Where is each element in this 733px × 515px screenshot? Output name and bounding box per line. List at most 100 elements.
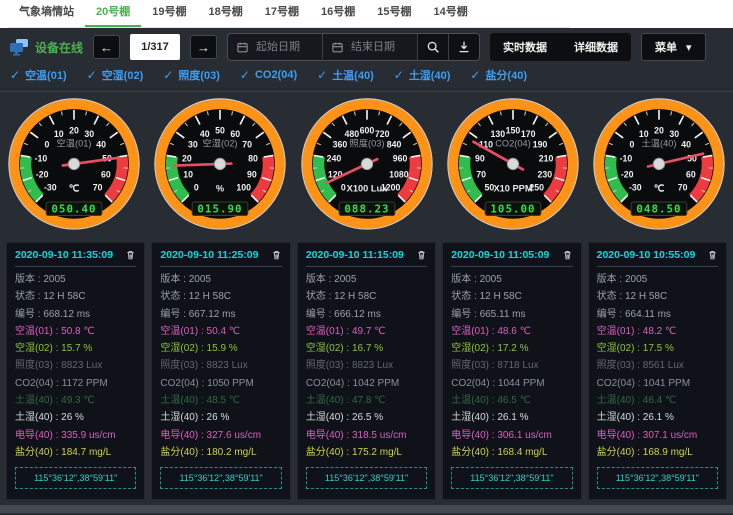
tab-5[interactable]: 16号棚 bbox=[310, 0, 366, 27]
gauge-tick-label: 60 bbox=[686, 169, 696, 179]
filter-6[interactable]: ✓盐分(40) bbox=[470, 67, 527, 83]
detail-data-button[interactable]: 详细数据 bbox=[563, 33, 629, 61]
row-value: 8823 Lux bbox=[207, 360, 248, 371]
gauge-title: 空温(01) bbox=[57, 137, 92, 148]
tab-7[interactable]: 14号棚 bbox=[423, 0, 479, 27]
row-label: 土温(40) bbox=[306, 395, 344, 406]
row-value: 15.9 % bbox=[207, 343, 238, 354]
row-value: 2005 bbox=[334, 274, 356, 285]
sensor-filter-row: ✓空温(01)✓空湿(02)✓照度(03)✓CO2(04)✓土温(40)✓土湿(… bbox=[0, 64, 733, 92]
row-label: 土温(40) bbox=[597, 395, 635, 406]
filter-2[interactable]: ✓照度(03) bbox=[163, 67, 220, 83]
gauge-tick-label: 70 bbox=[476, 169, 486, 179]
delete-button[interactable] bbox=[562, 249, 573, 261]
row-value: 15.7 % bbox=[61, 343, 92, 354]
row-value: 2005 bbox=[625, 274, 647, 285]
download-button[interactable] bbox=[448, 34, 479, 60]
filter-0[interactable]: ✓空温(01) bbox=[10, 67, 67, 83]
data-row: 空温(01) : 49.7 ℃ bbox=[306, 323, 427, 340]
row-label: 盐分(40) bbox=[597, 447, 635, 458]
check-icon: ✓ bbox=[163, 68, 173, 82]
filter-label: 空温(01) bbox=[25, 67, 67, 83]
row-value: 180.2 mg/L bbox=[207, 447, 257, 458]
gauge-tick-label: -20 bbox=[621, 169, 634, 179]
filter-5[interactable]: ✓土湿(40) bbox=[394, 67, 451, 83]
end-date-input[interactable] bbox=[349, 40, 409, 54]
check-icon: ✓ bbox=[240, 68, 250, 82]
monitors-icon bbox=[8, 38, 30, 56]
prev-page-button[interactable]: ← bbox=[93, 35, 120, 59]
gauge-tick-label: 240 bbox=[326, 154, 341, 164]
data-row: 土温(40) : 48.5 ℃ bbox=[160, 392, 281, 409]
gauge-hub bbox=[215, 158, 226, 169]
gauge-led-display: 105.00 bbox=[490, 202, 535, 215]
search-button[interactable] bbox=[417, 34, 448, 60]
data-row: 土湿(40) : 26.5 % bbox=[306, 409, 427, 426]
row-label: 空湿(02) bbox=[597, 343, 635, 354]
data-row: 盐分(40) : 180.2 mg/L bbox=[160, 444, 281, 461]
data-row: 照度(03) : 8718 Lux bbox=[451, 357, 572, 374]
row-label: 空温(01) bbox=[597, 326, 635, 337]
data-row: 照度(03) : 8823 Lux bbox=[15, 357, 136, 374]
horizontal-scrollbar[interactable] bbox=[0, 505, 733, 513]
filter-1[interactable]: ✓空湿(02) bbox=[87, 67, 144, 83]
row-value: 667.12 ms bbox=[189, 309, 236, 320]
delete-button[interactable] bbox=[271, 249, 282, 261]
row-value: 26.5 % bbox=[352, 412, 383, 423]
gauge-tick-label: 50 bbox=[215, 125, 225, 135]
tab-4[interactable]: 17号棚 bbox=[254, 0, 310, 27]
filter-3[interactable]: ✓CO2(04) bbox=[240, 67, 297, 83]
delete-button[interactable] bbox=[125, 249, 136, 261]
gauge-row: -30-20-10010203040506070空温(01)℃050.40010… bbox=[0, 92, 733, 237]
next-page-button[interactable]: → bbox=[190, 35, 217, 59]
row-value: 168.9 mg/L bbox=[643, 447, 693, 458]
gauge-led-display: 015.90 bbox=[198, 202, 243, 215]
gauge-tick-label: 90 bbox=[475, 154, 485, 164]
row-label: 土温(40) bbox=[160, 395, 198, 406]
filter-4[interactable]: ✓土温(40) bbox=[317, 67, 374, 83]
row-label: CO2(04) bbox=[597, 378, 635, 389]
gauge-tick-label: 40 bbox=[96, 139, 106, 149]
gauge-1: 0102030405060708090100空湿(02)%015.90 bbox=[149, 97, 291, 235]
device-online-status: 设备在线 bbox=[8, 38, 83, 56]
delete-button[interactable] bbox=[707, 249, 718, 261]
gps-coordinates-button[interactable]: 115°36'12",38°59'11" bbox=[306, 467, 427, 489]
data-panel-2: 2020-09-10 11:15:09版本 : 2005状态 : 12 H 58… bbox=[297, 242, 436, 500]
gauge-tick-label: -30 bbox=[629, 183, 642, 193]
gauge-tick-label: 360 bbox=[332, 139, 347, 149]
row-value: 26.1 % bbox=[643, 412, 674, 423]
end-date-field[interactable] bbox=[322, 34, 417, 60]
panel-timestamp: 2020-09-10 10:55:09 bbox=[597, 249, 696, 261]
tab-3[interactable]: 18号棚 bbox=[198, 0, 254, 27]
row-value: 12 H 58C bbox=[480, 291, 522, 302]
gauge-tick-label: 210 bbox=[539, 154, 554, 164]
gauge-unit: % bbox=[216, 184, 224, 194]
gps-coordinates-button[interactable]: 115°36'12",38°59'11" bbox=[15, 467, 136, 489]
gauge-title: 照度(03) bbox=[349, 137, 384, 148]
gps-coordinates-button[interactable]: 115°36'12",38°59'11" bbox=[597, 467, 718, 489]
gauge-unit: ℃ bbox=[654, 184, 664, 194]
tab-2[interactable]: 19号棚 bbox=[141, 0, 197, 27]
realtime-data-button[interactable]: 实时数据 bbox=[492, 33, 558, 61]
data-row: 土湿(40) : 26.1 % bbox=[597, 409, 718, 426]
dashboard-main: 设备在线 ← → bbox=[0, 28, 733, 515]
tab-1[interactable]: 20号棚 bbox=[85, 0, 141, 27]
page-indicator-input[interactable] bbox=[130, 34, 180, 60]
gauge-tick-label: 0 bbox=[194, 183, 199, 193]
tab-0[interactable]: 气象墒情站 bbox=[8, 0, 85, 27]
row-value: 175.2 mg/L bbox=[352, 447, 402, 458]
data-row: 盐分(40) : 168.4 mg/L bbox=[451, 444, 572, 461]
gps-coordinates-button[interactable]: 115°36'12",38°59'11" bbox=[160, 467, 281, 489]
menu-button[interactable]: 菜单 ▾ bbox=[641, 33, 706, 61]
filter-label: 土湿(40) bbox=[409, 67, 451, 83]
data-row: CO2(04) : 1050 PPM bbox=[160, 375, 281, 392]
gauge-tick-label: 100 bbox=[237, 183, 252, 193]
start-date-input[interactable] bbox=[254, 40, 314, 54]
gps-coordinates-button[interactable]: 115°36'12",38°59'11" bbox=[451, 467, 572, 489]
gauge-tick-label: 70 bbox=[93, 183, 103, 193]
tab-6[interactable]: 15号棚 bbox=[366, 0, 422, 27]
start-date-field[interactable] bbox=[228, 34, 322, 60]
panel-timestamp: 2020-09-10 11:35:09 bbox=[15, 249, 113, 261]
gauge-tick-label: 20 bbox=[69, 125, 79, 135]
delete-button[interactable] bbox=[416, 249, 427, 261]
